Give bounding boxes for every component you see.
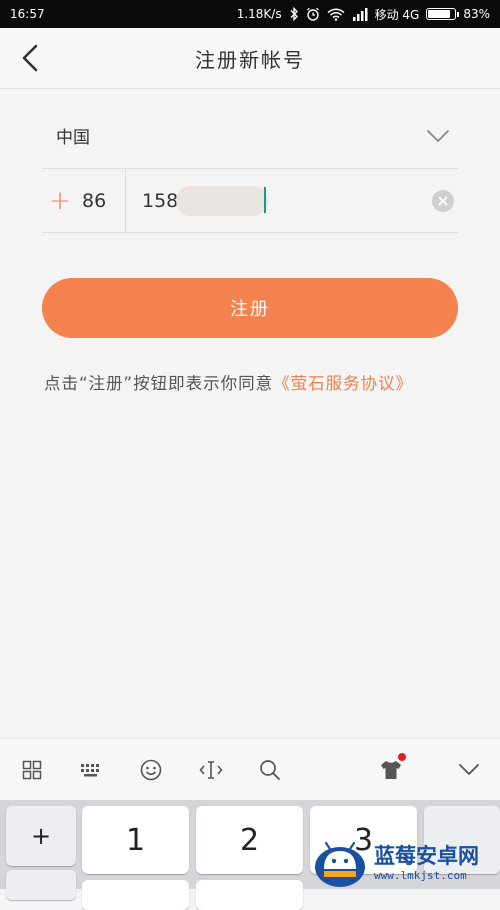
- phone-input-wrap: [126, 169, 458, 232]
- watermark-text: 蓝莓安卓网 www.lmkjst.com: [374, 844, 479, 882]
- title-bar: 注册新帐号: [0, 28, 500, 89]
- grid-icon: [22, 760, 42, 780]
- emoji-icon: [140, 759, 162, 781]
- keyboard-search-button[interactable]: [253, 753, 287, 787]
- clear-input-button[interactable]: [432, 190, 454, 212]
- battery-percent: 83%: [463, 7, 490, 21]
- signal-icon: [352, 7, 368, 21]
- android-logo-icon: [315, 841, 365, 887]
- skin-icon: [381, 761, 401, 779]
- skin-button[interactable]: [374, 753, 408, 787]
- country-selector[interactable]: 中国: [42, 103, 458, 169]
- service-agreement-link[interactable]: 《萤石服务协议》: [273, 374, 413, 393]
- agreement-text: 点击“注册”按钮即表示你同意《萤石服务协议》: [44, 370, 500, 394]
- close-icon: [438, 196, 448, 206]
- battery-icon: [426, 8, 460, 20]
- text-cursor-icon: [199, 761, 223, 779]
- agreement-prefix: 点击“注册”按钮即表示你同意: [44, 374, 274, 393]
- status-icons: 1.18K/s 移动 4G 83%: [237, 6, 490, 23]
- bluetooth-icon: [290, 7, 298, 21]
- phone-row: + 86: [42, 169, 458, 233]
- key-side-2[interactable]: [6, 870, 76, 900]
- battery-fill: [428, 10, 450, 18]
- text-cursor: [264, 187, 266, 213]
- country-name: 中国: [56, 128, 90, 148]
- grid-button[interactable]: [15, 753, 49, 787]
- carrier: 移动 4G: [374, 7, 420, 22]
- key-2[interactable]: 2: [196, 806, 303, 874]
- key-1[interactable]: 1: [82, 806, 189, 874]
- alarm-icon: [306, 7, 319, 21]
- chevron-down-icon: [427, 129, 449, 142]
- key-5[interactable]: [196, 880, 303, 910]
- cursor-control-button[interactable]: [194, 753, 228, 787]
- status-bar: 16:57 1.18K/s 移动 4G 83%: [0, 0, 500, 28]
- page-title: 注册新帐号: [195, 48, 305, 72]
- key-plus[interactable]: +: [6, 806, 76, 866]
- search-icon: [260, 760, 280, 780]
- key-4[interactable]: [82, 880, 189, 910]
- collapse-keyboard-button[interactable]: [452, 753, 486, 787]
- collapse-icon: [459, 764, 479, 775]
- country-code-selector[interactable]: + 86: [42, 169, 126, 232]
- keyboard-icon: [81, 764, 99, 777]
- notification-dot: [398, 753, 406, 761]
- watermark-title: 蓝莓安卓网: [374, 844, 479, 868]
- redaction-mask: [176, 186, 268, 216]
- net-speed: 1.18K/s: [236, 7, 282, 21]
- register-button[interactable]: 注册: [42, 278, 458, 338]
- keyboard-toolbar: [0, 738, 500, 800]
- plus-icon: +: [49, 185, 71, 216]
- wifi-icon: [327, 8, 345, 21]
- keyboard-switch-button[interactable]: [74, 753, 108, 787]
- site-watermark: 蓝莓安卓网 www.lmkjst.com: [312, 838, 500, 889]
- country-code: 86: [82, 189, 107, 212]
- emoji-button[interactable]: [134, 753, 168, 787]
- watermark-url: www.lmkjst.com: [374, 869, 467, 882]
- clock: 16:57: [10, 7, 45, 21]
